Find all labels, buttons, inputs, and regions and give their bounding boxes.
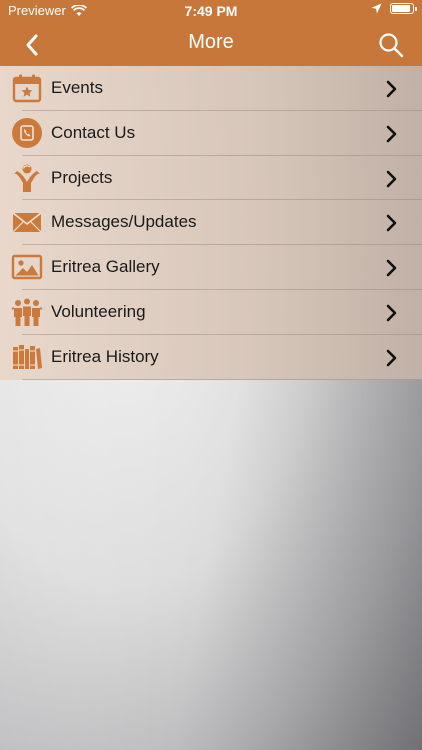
divider [22,378,422,380]
envelope-icon [12,212,42,233]
chevron-right-icon [386,215,397,232]
books-icon [13,344,42,369]
menu-item-projects[interactable]: Projects [0,156,422,201]
phone-circle-icon [12,117,42,148]
menu-item-eritrea-gallery[interactable]: Eritrea Gallery [0,245,422,290]
page-title: More [188,31,234,53]
people-group-icon [11,298,43,326]
menu-item-messages-updates[interactable]: Messages/Updates [0,200,422,246]
menu-item-label: Eritrea Gallery [51,257,160,277]
menu-item-label: Messages/Updates [51,212,197,232]
helping-hands-icon [14,164,40,192]
chevron-right-icon [386,80,397,98]
chevron-right-icon [386,259,397,277]
menu-item-volunteering[interactable]: Volunteering [0,290,422,335]
picture-icon [11,254,43,280]
menu-item-eritrea-history[interactable]: Eritrea History [0,335,422,380]
navigation-bar: More [0,22,422,66]
menu-item-label: Contact Us [51,122,136,142]
menu-item-events[interactable]: Events [0,66,422,111]
chevron-right-icon [386,304,397,322]
menu-item-label: Events [51,78,103,97]
chevron-right-icon [386,125,397,143]
chevron-right-icon [386,170,397,187]
search-button[interactable] [376,30,406,60]
menu-item-label: Volunteering [51,301,146,321]
status-time: 7:49 PM [184,3,238,19]
more-menu-list: Events Contact Us Projects Messages/Upda… [0,66,422,380]
menu-item-label: Projects [51,167,113,187]
menu-item-label: Eritrea History [51,346,159,366]
calendar-star-icon [12,74,42,103]
search-icon [379,33,404,58]
status-bar: Previewer 7:49 PM [0,0,422,22]
battery-icon [390,3,417,14]
menu-item-contact-us[interactable]: Contact Us [0,111,422,156]
status-right [371,3,417,14]
location-arrow-icon [371,3,382,14]
app-header: Previewer 7:49 PM More [0,0,422,66]
chevron-right-icon [386,349,397,367]
